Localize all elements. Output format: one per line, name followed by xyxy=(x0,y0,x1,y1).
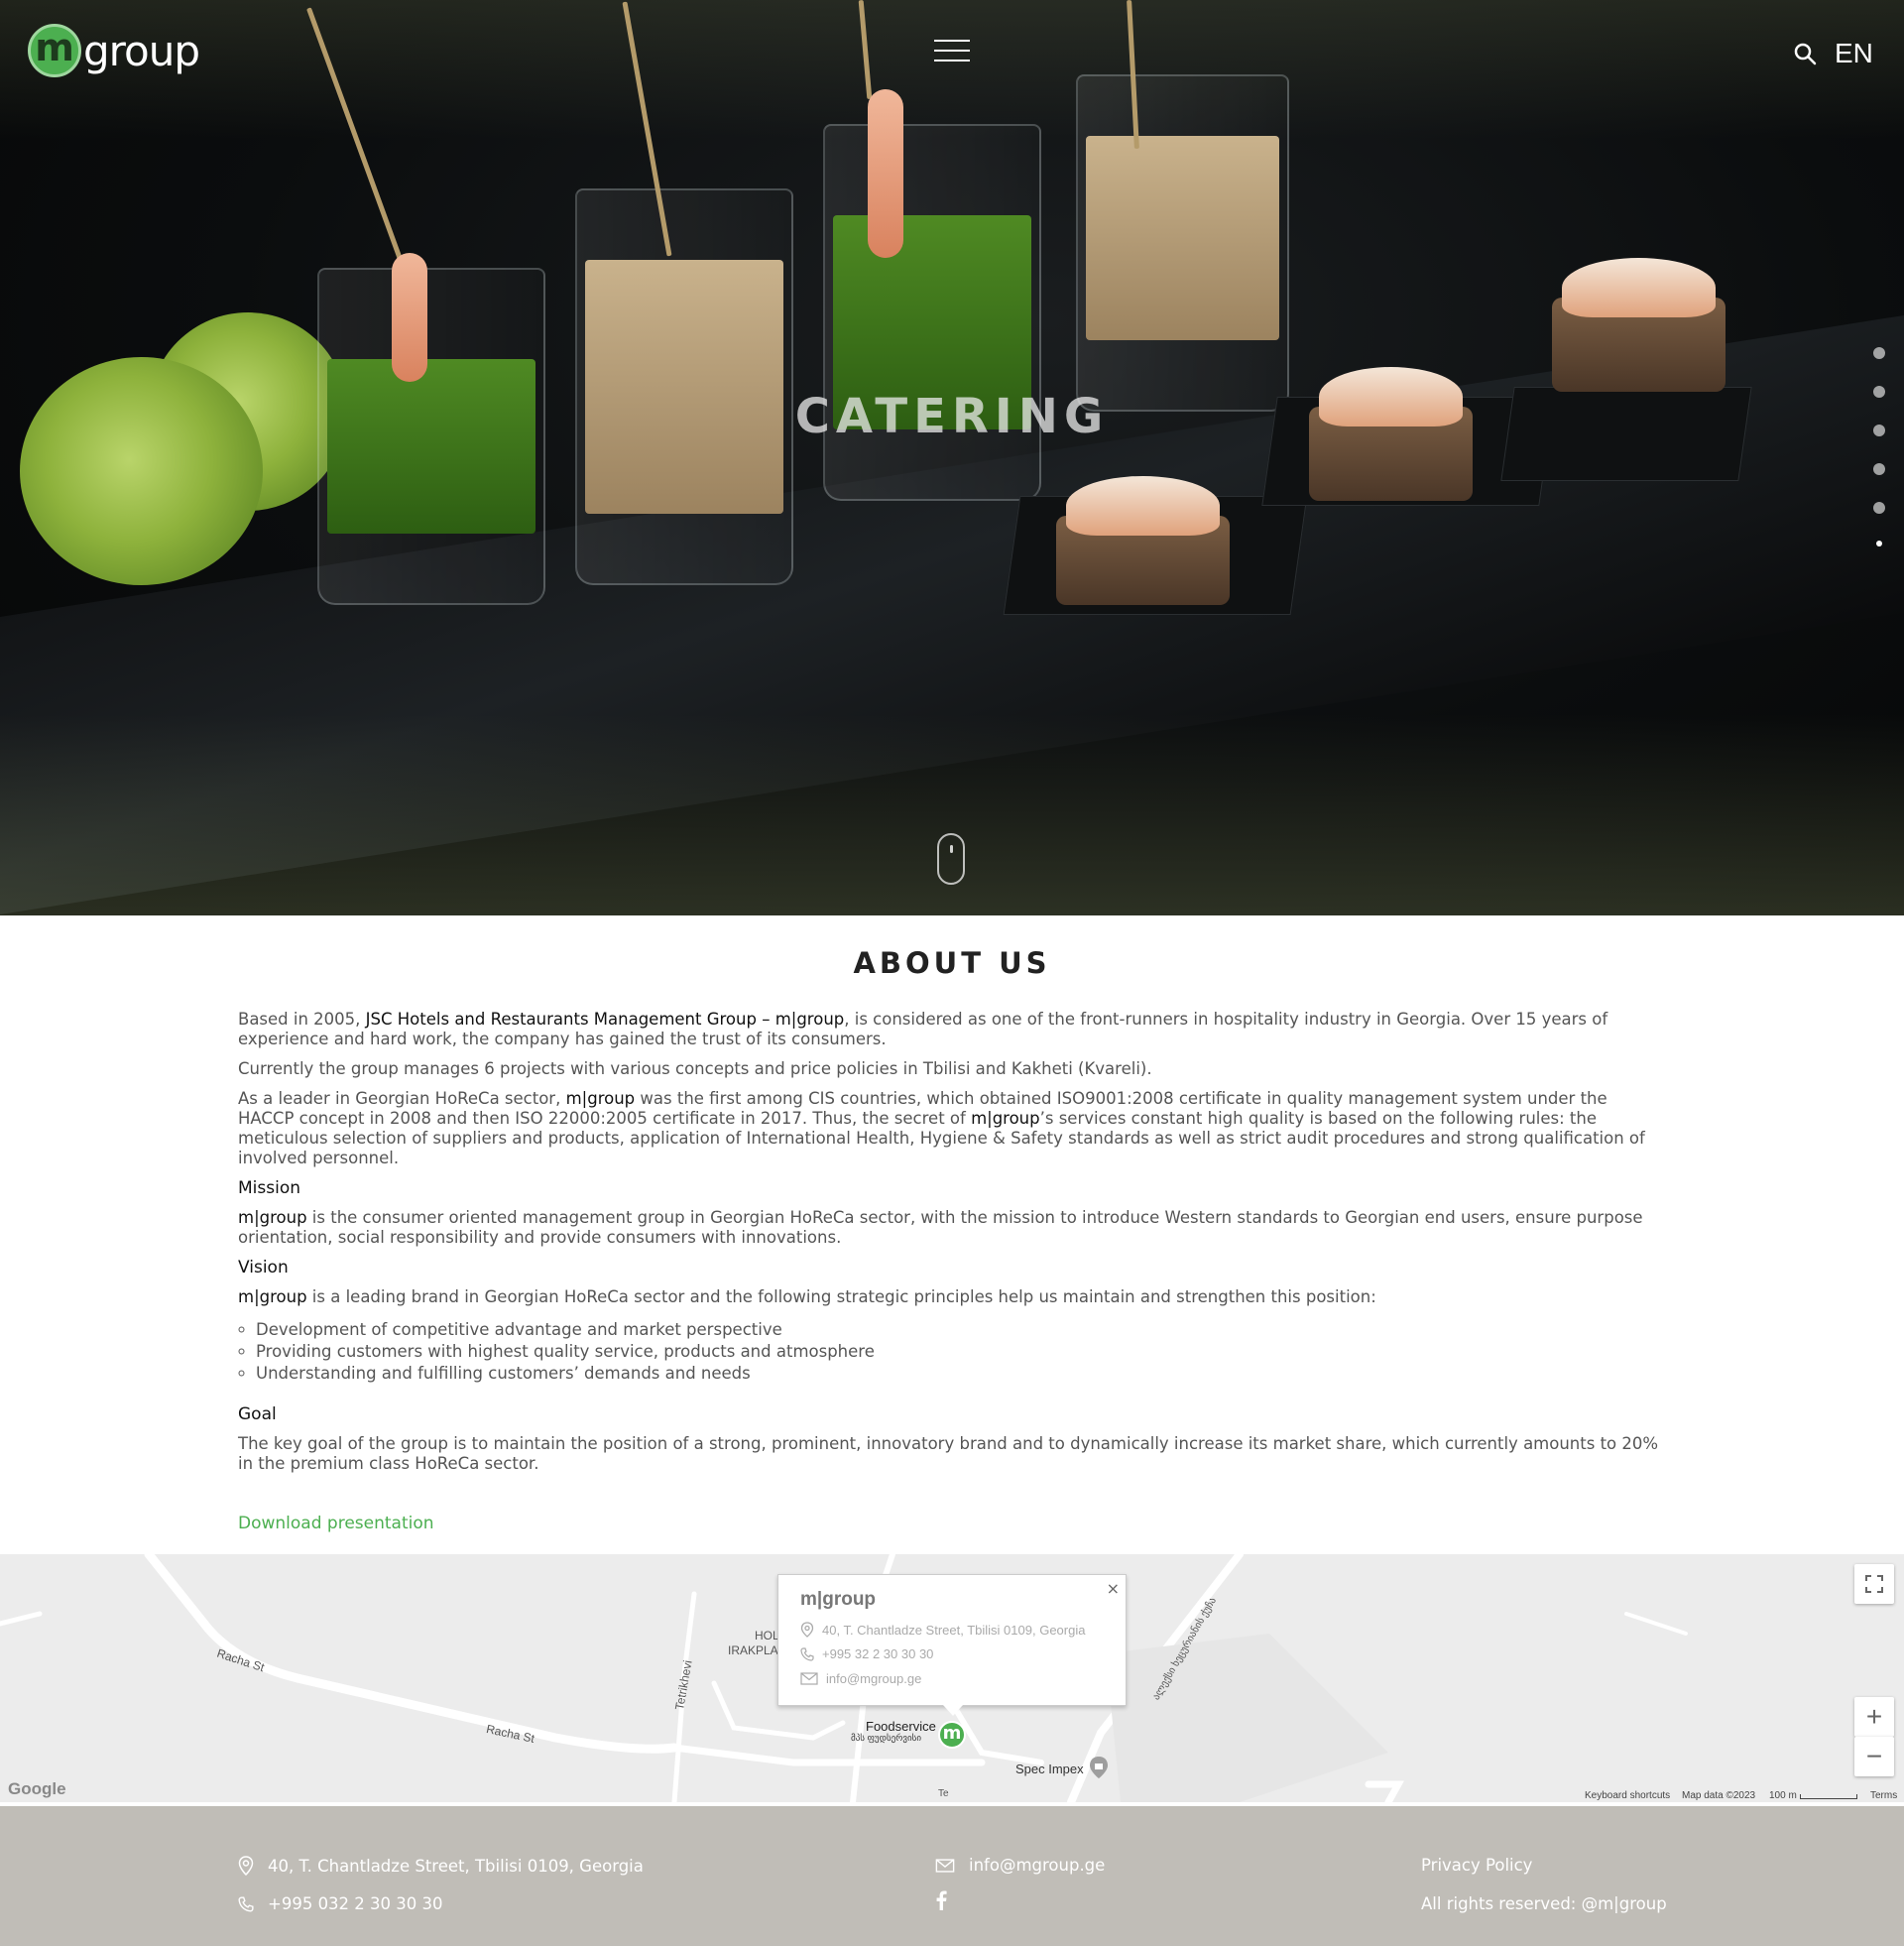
goal-heading: Goal xyxy=(238,1404,277,1424)
slider-dot-4[interactable] xyxy=(1873,463,1885,475)
about-intro: Based in 2005, JSC Hotels and Restaurant… xyxy=(238,1010,1608,1048)
list-item: Providing customers with highest quality… xyxy=(256,1341,1666,1363)
google-logo: Google xyxy=(8,1779,66,1798)
popup-phone: +995 32 2 30 30 30 xyxy=(800,1646,933,1661)
map-terms-link[interactable]: Terms xyxy=(1870,1790,1897,1801)
brand-name: m|group xyxy=(238,1208,307,1227)
brand-name: m|group xyxy=(565,1089,636,1108)
download-presentation-link[interactable]: Download presentation xyxy=(238,1514,434,1533)
facebook-icon[interactable] xyxy=(935,1890,947,1910)
footer-phone: +995 032 2 30 30 30 xyxy=(238,1894,443,1913)
slider-dot-1[interactable] xyxy=(1873,347,1885,359)
location-pin-icon xyxy=(238,1856,254,1876)
hero-slider: m group EN CATERING xyxy=(0,0,1904,915)
menu-icon[interactable] xyxy=(934,38,970,63)
list-item: Understanding and fulfilling customers’ … xyxy=(256,1363,1666,1385)
map-data-attribution: Map data ©2023 xyxy=(1682,1790,1756,1801)
footer-email: info@mgroup.ge xyxy=(935,1856,1105,1875)
logo-mark: m xyxy=(28,24,81,77)
company-name: JSC Hotels and Restaurants Management Gr… xyxy=(365,1010,845,1029)
footer-copyright: All rights reserved: @m|group xyxy=(1421,1894,1667,1913)
logo-text: group xyxy=(83,26,200,75)
site-footer: 40, T. Chantladze Street, Tbilisi 0109, … xyxy=(0,1806,1904,1946)
map-zoom-in-button[interactable]: + xyxy=(1854,1697,1894,1737)
hero-grass-top xyxy=(0,0,1904,139)
hero-glass-4 xyxy=(1076,74,1289,412)
mission-heading: Mission xyxy=(238,1178,301,1198)
map-label-te: Te xyxy=(938,1788,949,1799)
brand-name: m|group xyxy=(971,1109,1040,1128)
map-scale-bar xyxy=(1800,1794,1857,1799)
search-icon[interactable] xyxy=(1793,42,1817,65)
about-section: ABOUT US Based in 2005, JSC Hotels and R… xyxy=(238,915,1666,1533)
about-leader: As a leader in Georgian HoReCa sector, m… xyxy=(238,1089,1645,1167)
map-label-foodservice: Foodservice xyxy=(866,1719,936,1734)
about-title: ABOUT US xyxy=(853,946,1051,980)
spec-impex-pin-icon xyxy=(1090,1757,1108,1778)
mail-icon xyxy=(800,1672,818,1685)
location-pin-icon xyxy=(800,1622,814,1638)
popup-title: m|group xyxy=(800,1589,877,1610)
mission-text: m|group is the consumer oriented managem… xyxy=(238,1208,1643,1247)
hero-shrimp-1 xyxy=(392,253,427,382)
popup-address: 40, T. Chantladze Street, Tbilisi 0109, … xyxy=(800,1622,1085,1638)
site-logo[interactable]: m group xyxy=(28,24,200,77)
company-map-marker[interactable]: m xyxy=(938,1721,966,1749)
slider-dot-6-active[interactable] xyxy=(1876,541,1882,547)
fullscreen-icon xyxy=(1865,1575,1883,1593)
hero-title: CATERING xyxy=(794,389,1110,444)
vision-heading: Vision xyxy=(238,1258,289,1277)
vision-text: m|group is a leading brand in Georgian H… xyxy=(238,1287,1376,1306)
map-keyboard-shortcuts[interactable]: Keyboard shortcuts xyxy=(1585,1790,1670,1801)
map-fullscreen-button[interactable] xyxy=(1854,1564,1894,1604)
mail-icon xyxy=(935,1858,955,1873)
map-scale[interactable]: 100 m xyxy=(1769,1790,1797,1801)
map-zoom-out-button[interactable]: − xyxy=(1854,1737,1894,1776)
privacy-policy-link[interactable]: Privacy Policy xyxy=(1421,1856,1532,1875)
close-icon[interactable]: × xyxy=(1107,1579,1120,1598)
principles-list: Development of competitive advantage and… xyxy=(238,1319,1666,1385)
hero-glass-2 xyxy=(575,188,793,585)
map-label-hol: HOL xyxy=(755,1629,779,1642)
hero-shrimp-2 xyxy=(868,89,903,258)
scroll-down-icon[interactable] xyxy=(937,833,965,885)
slider-dot-5[interactable] xyxy=(1873,502,1885,514)
popup-email: info@mgroup.ge xyxy=(800,1671,921,1686)
slider-dot-3[interactable] xyxy=(1873,425,1885,436)
hero-grass-bottom xyxy=(0,714,1904,915)
hero-glass-3 xyxy=(823,124,1041,501)
footer-social xyxy=(935,1890,961,1910)
footer-address: 40, T. Chantladze Street, Tbilisi 0109, … xyxy=(238,1856,644,1876)
hero-canape-3 xyxy=(1552,258,1726,392)
language-switcher[interactable]: EN xyxy=(1835,38,1873,69)
brand-name: m|group xyxy=(238,1287,307,1306)
map-label-irakpl: IRAKPLA xyxy=(728,1643,778,1657)
location-map[interactable]: Racha St Racha St Tetrikhevi HOL IRAKPLA… xyxy=(0,1554,1904,1802)
footer-privacy: Privacy Policy xyxy=(1421,1856,1532,1875)
footer-email-link[interactable]: info@mgroup.ge xyxy=(969,1856,1105,1875)
list-item: Development of competitive advantage and… xyxy=(256,1319,1666,1341)
slider-dot-2[interactable] xyxy=(1873,386,1885,398)
slider-pagination xyxy=(1873,347,1887,573)
map-label-foodservice-ka: მპს ფუდსერვისი xyxy=(851,1733,922,1743)
hero-canape-1 xyxy=(1056,476,1230,605)
goal-text: The key goal of the group is to maintain… xyxy=(238,1434,1659,1473)
phone-icon xyxy=(800,1646,814,1661)
phone-icon xyxy=(238,1895,254,1912)
map-label-spec-impex: Spec Impex xyxy=(1015,1762,1084,1776)
about-projects: Currently the group manages 6 projects w… xyxy=(238,1059,1152,1078)
map-info-popup: m|group × 40, T. Chantladze Street, Tbil… xyxy=(777,1574,1127,1716)
